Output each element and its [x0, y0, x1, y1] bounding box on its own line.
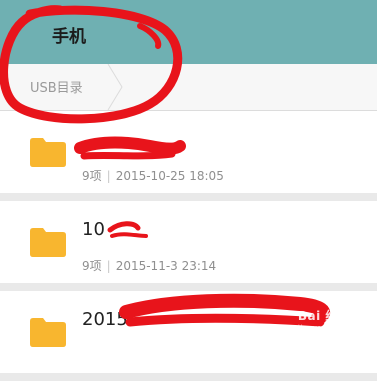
- app-header: 手机: [0, 0, 377, 64]
- item-count: 9项: [82, 169, 102, 183]
- breadcrumb: USB目录: [0, 64, 377, 111]
- folder-name: 2015: [82, 309, 128, 330]
- folder-meta: 9项 | 2015-11-3 23:14: [82, 259, 217, 273]
- page-title: 手机: [52, 27, 86, 47]
- list-item[interactable]: 2015: [0, 291, 377, 381]
- folder-name: 10: [82, 219, 105, 240]
- watermark-logo: Bai 经验 jingyan.baidu.com: [297, 309, 371, 332]
- modified-date: 2015-11-3 23:14: [115, 259, 217, 273]
- breadcrumb-item-usb[interactable]: USB目录: [30, 77, 83, 96]
- list-item[interactable]: 10 9项 | 2015-11-3 23:14: [0, 201, 377, 291]
- list-item[interactable]: 9项 | 2015-10-25 18:05: [0, 111, 377, 201]
- folder-icon: [30, 228, 66, 257]
- folder-meta: 9项 | 2015-10-25 18:05: [82, 169, 224, 183]
- folder-icon: [30, 138, 66, 167]
- folder-icon: [30, 318, 66, 347]
- item-count: 9项: [82, 259, 102, 273]
- folder-list: 9项 | 2015-10-25 18:05 10 9项 | 2015-11-3 23:1…: [0, 111, 377, 381]
- chevron-right-icon: [107, 64, 123, 110]
- modified-date: 2015-10-25 18:05: [115, 169, 224, 183]
